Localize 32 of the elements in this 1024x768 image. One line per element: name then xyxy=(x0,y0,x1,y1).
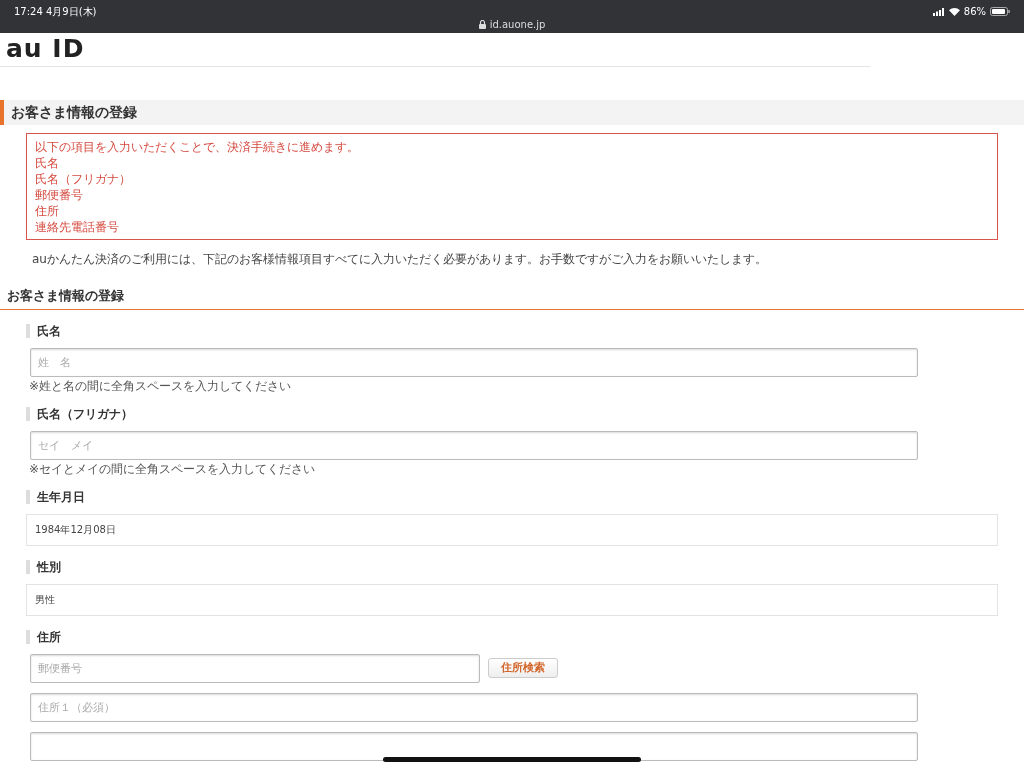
error-text: 連絡先電話番号 xyxy=(35,219,120,235)
error-text: 郵便番号 xyxy=(35,187,84,203)
error-text: 以下の項目を入力いただくことで、決済手続きに進めます。 xyxy=(35,139,360,155)
battery-level: 86% xyxy=(963,5,986,19)
input-field[interactable] xyxy=(30,731,918,761)
form-heading: お客さま情報の登録 xyxy=(0,286,1024,310)
wifi-icon xyxy=(948,7,960,16)
status-time-date: 17:24 4月9日(木) xyxy=(14,5,97,19)
field-label: 住所 xyxy=(26,629,1024,644)
field-label: 生年月日 xyxy=(26,489,1024,504)
field-label: 性別 xyxy=(26,559,1024,574)
address-search-button[interactable]: 住所検索 xyxy=(488,657,558,679)
field-label: 氏名（フリガナ） xyxy=(26,406,1024,421)
logo: au ID xyxy=(5,34,85,63)
error-text: 氏名 xyxy=(35,155,60,171)
field-label: 氏名 xyxy=(26,323,1024,338)
lock-icon xyxy=(478,20,486,29)
field-value: 男性 xyxy=(26,583,998,616)
input-field[interactable]: 住所１（必須） xyxy=(30,692,918,722)
error-text: 氏名（フリガナ） xyxy=(35,171,132,187)
input-field[interactable]: セイ メイ xyxy=(30,430,918,460)
field-note: ※セイとメイの間に全角スペースを入力してください xyxy=(29,461,317,476)
battery-icon xyxy=(990,7,1010,16)
intro-text: auかんたん決済のご利用には、下記のお客様情報項目すべてに入力いただく必要があります。お手数ですがご入力をお願いいたします。 xyxy=(32,251,768,268)
error-text: 住所 xyxy=(35,203,60,219)
url-text[interactable]: id.auone.jp xyxy=(489,19,546,30)
field-value: 1984年12月08日 xyxy=(26,513,998,546)
input-field[interactable]: 郵便番号 xyxy=(30,653,480,683)
signal-icon xyxy=(932,7,945,16)
field-note: ※姓と名の間に全角スペースを入力してください xyxy=(29,378,293,393)
input-field[interactable]: 姓 名 xyxy=(30,347,918,377)
section-title: お客さま情報の登録 xyxy=(0,100,1024,125)
